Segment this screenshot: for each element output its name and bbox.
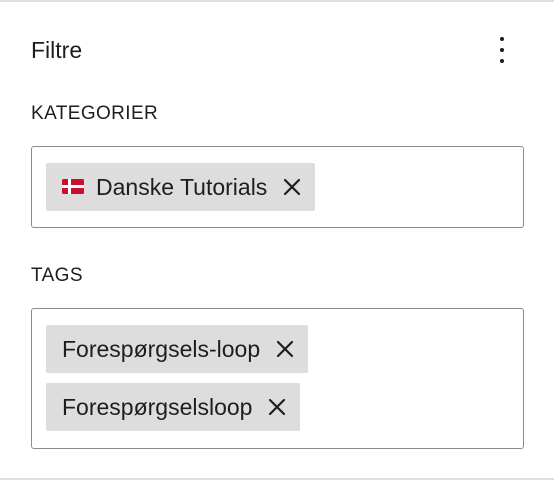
categories-token-field[interactable]: Danske Tutorials — [31, 146, 524, 228]
more-options-icon-dot — [500, 59, 504, 63]
remove-tag-icon[interactable] — [274, 338, 296, 360]
tag-token: Forespørgselsloop — [46, 383, 301, 431]
more-options-icon — [500, 37, 504, 41]
tags-token-field[interactable]: Forespørgsels-loop Forespørgselsloop — [31, 308, 524, 449]
tag-token-label: Forespørgselsloop — [62, 393, 253, 420]
tag-token: Forespørgsels-loop — [46, 325, 309, 373]
panel-title: Filtre — [31, 37, 83, 63]
remove-tag-icon[interactable] — [266, 396, 288, 418]
tags-label: TAGS — [31, 265, 83, 286]
top-divider — [0, 0, 554, 2]
bottom-divider — [0, 478, 554, 480]
remove-category-icon[interactable] — [281, 176, 303, 198]
categories-label: KATEGORIER — [31, 103, 159, 124]
tag-token-label: Forespørgsels-loop — [62, 335, 261, 362]
category-token-label: Danske Tutorials — [96, 173, 268, 200]
more-options-button[interactable] — [486, 32, 518, 68]
denmark-flag-icon — [62, 178, 84, 194]
more-options-icon-dot — [500, 48, 504, 52]
category-token: Danske Tutorials — [46, 163, 316, 211]
